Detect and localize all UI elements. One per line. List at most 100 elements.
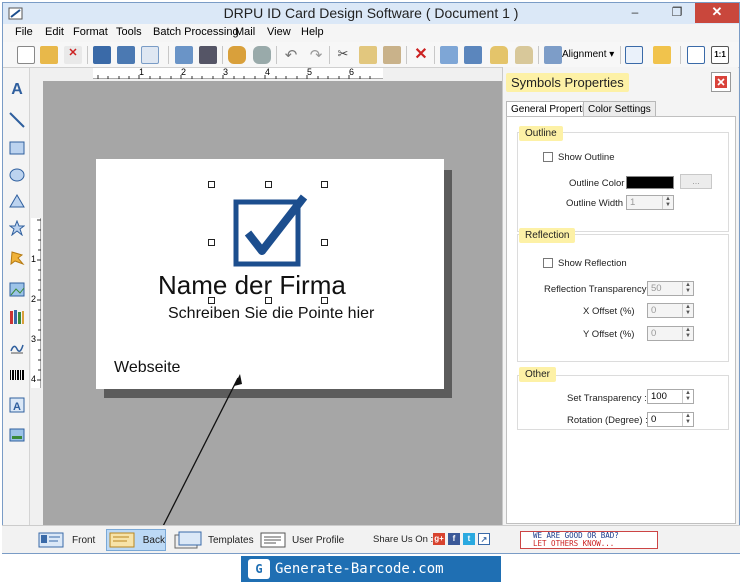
library-tool-icon[interactable]: [8, 308, 26, 326]
card-front-icon: [38, 532, 64, 548]
fit-to-window-icon[interactable]: [687, 46, 705, 64]
menu-help[interactable]: Help: [301, 26, 324, 38]
brand-banner: G Generate-Barcode.com: [241, 556, 501, 582]
selection-handle[interactable]: [208, 239, 215, 246]
twitter-icon[interactable]: t: [463, 533, 475, 545]
show-outline-checkbox[interactable]: [543, 152, 553, 162]
vertical-ruler: 1 2 3 4: [31, 218, 41, 388]
save-as-icon[interactable]: [117, 46, 135, 64]
reflection-transparency-value: 50: [651, 283, 662, 294]
menu-view[interactable]: View: [267, 26, 291, 38]
selection-handle[interactable]: [321, 181, 328, 188]
outline-color-swatch[interactable]: [626, 176, 674, 189]
x-offset-stepper[interactable]: 0 ▲ ▼: [647, 303, 694, 318]
menu-tools[interactable]: Tools: [116, 26, 142, 38]
paste-icon[interactable]: [383, 46, 401, 64]
mail-icon[interactable]: [653, 46, 671, 64]
unlock-icon[interactable]: [515, 46, 533, 64]
panel-title: Symbols Properties: [506, 73, 629, 92]
menu-mail[interactable]: Mail: [235, 26, 255, 38]
text-tool-icon[interactable]: A: [8, 81, 26, 99]
open-icon[interactable]: [40, 46, 58, 64]
symbol-tool-icon[interactable]: [8, 249, 26, 267]
share-icon[interactable]: ↗: [478, 533, 490, 545]
ellipse-tool-icon[interactable]: [8, 166, 26, 184]
title-bar: DRPU ID Card Design Software ( Document …: [3, 3, 739, 24]
show-reflection-checkbox[interactable]: [543, 258, 553, 268]
window-title: DRPU ID Card Design Software ( Document …: [223, 5, 519, 21]
minimize-button[interactable]: –: [621, 3, 649, 23]
ruler-v-tick: 4: [31, 374, 37, 384]
signature-tool-icon[interactable]: [8, 338, 26, 356]
close-button[interactable]: ✕: [695, 3, 739, 23]
templates-button[interactable]: Templates: [174, 529, 254, 551]
menu-format[interactable]: Format: [73, 26, 108, 38]
selection-handle[interactable]: [208, 181, 215, 188]
selection-handle[interactable]: [265, 181, 272, 188]
database-settings-icon[interactable]: [253, 46, 271, 64]
redo-icon[interactable]: ↷: [307, 46, 325, 64]
menu-file[interactable]: File: [15, 26, 33, 38]
show-reflection-label: Show Reflection: [558, 258, 627, 269]
share-label: Share Us On :: [373, 534, 434, 545]
y-offset-stepper[interactable]: 0 ▲ ▼: [647, 326, 694, 341]
menu-edit[interactable]: Edit: [45, 26, 64, 38]
undo-icon[interactable]: ↶: [282, 46, 300, 64]
triangle-tool-icon[interactable]: [8, 192, 26, 210]
save-icon[interactable]: [93, 46, 111, 64]
feedback-banner[interactable]: WE ARE GOOD OR BAD? LET OTHERS KNOW...: [520, 531, 658, 549]
user-profile-button[interactable]: User Profile: [260, 529, 350, 551]
delete-icon[interactable]: ✕: [412, 46, 430, 64]
print-preview-icon[interactable]: [175, 46, 193, 64]
set-transparency-label: Set Transparency :: [567, 393, 647, 404]
actual-size-icon[interactable]: 1:1: [711, 46, 729, 64]
export-icon[interactable]: [141, 46, 159, 64]
user-profile-label: User Profile: [292, 534, 345, 546]
outline-width-stepper[interactable]: 1 ▲ ▼: [626, 195, 674, 210]
alignment-icon[interactable]: [544, 46, 562, 64]
line-tool-icon[interactable]: [8, 111, 26, 129]
image-tool-icon[interactable]: [8, 280, 26, 298]
rotation-value: 0: [651, 414, 657, 425]
set-transparency-stepper[interactable]: 100 ▲ ▼: [647, 389, 694, 404]
copy-icon[interactable]: [359, 46, 377, 64]
google-plus-icon[interactable]: g+: [433, 533, 445, 545]
alignment-dropdown[interactable]: Alignment ▾: [562, 49, 614, 60]
selection-handle[interactable]: [321, 239, 328, 246]
rotation-stepper[interactable]: 0 ▲ ▼: [647, 412, 694, 427]
bottom-bar: Front Back Templates User Profile Share …: [2, 525, 740, 553]
new-icon[interactable]: [17, 46, 35, 64]
card-image-tool-icon[interactable]: [8, 426, 26, 444]
barcode-tool-icon[interactable]: [8, 366, 26, 384]
maximize-button[interactable]: ❐: [663, 3, 691, 23]
grid-icon[interactable]: [625, 46, 643, 64]
company-name-text[interactable]: Name der Firma: [158, 270, 346, 301]
outline-color-label: Outline Color: [569, 178, 625, 189]
set-transparency-value: 100: [651, 391, 667, 402]
facebook-icon[interactable]: f: [448, 533, 460, 545]
database-icon[interactable]: [228, 46, 246, 64]
cut-icon[interactable]: ✂: [334, 46, 352, 64]
lock-icon[interactable]: [490, 46, 508, 64]
watermark-tool-icon[interactable]: A: [8, 396, 26, 414]
x-offset-value: 0: [651, 305, 657, 316]
tab-color-settings[interactable]: Color Settings: [583, 101, 656, 117]
back-button[interactable]: Back: [106, 529, 166, 551]
panel-close-button[interactable]: [711, 72, 731, 92]
front-label: Front: [72, 534, 96, 546]
svg-text:A: A: [13, 401, 21, 413]
front-button[interactable]: Front: [38, 529, 102, 551]
send-back-icon[interactable]: [464, 46, 482, 64]
bring-front-icon[interactable]: [440, 46, 458, 64]
checkbox-checked-icon[interactable]: [232, 193, 308, 269]
print-icon[interactable]: [199, 46, 217, 64]
star-tool-icon[interactable]: [8, 219, 26, 237]
rectangle-tool-icon[interactable]: [8, 139, 26, 157]
outline-width-value: 1: [630, 197, 636, 208]
outline-color-button[interactable]: ...: [680, 174, 712, 189]
slogan-text[interactable]: Schreiben Sie die Pointe hier: [168, 305, 374, 323]
reflection-transparency-stepper[interactable]: 50 ▲ ▼: [647, 281, 694, 296]
y-offset-value: 0: [651, 328, 657, 339]
menu-batch-processing[interactable]: Batch Processing: [153, 26, 239, 38]
close-doc-icon[interactable]: ✕: [64, 46, 82, 64]
